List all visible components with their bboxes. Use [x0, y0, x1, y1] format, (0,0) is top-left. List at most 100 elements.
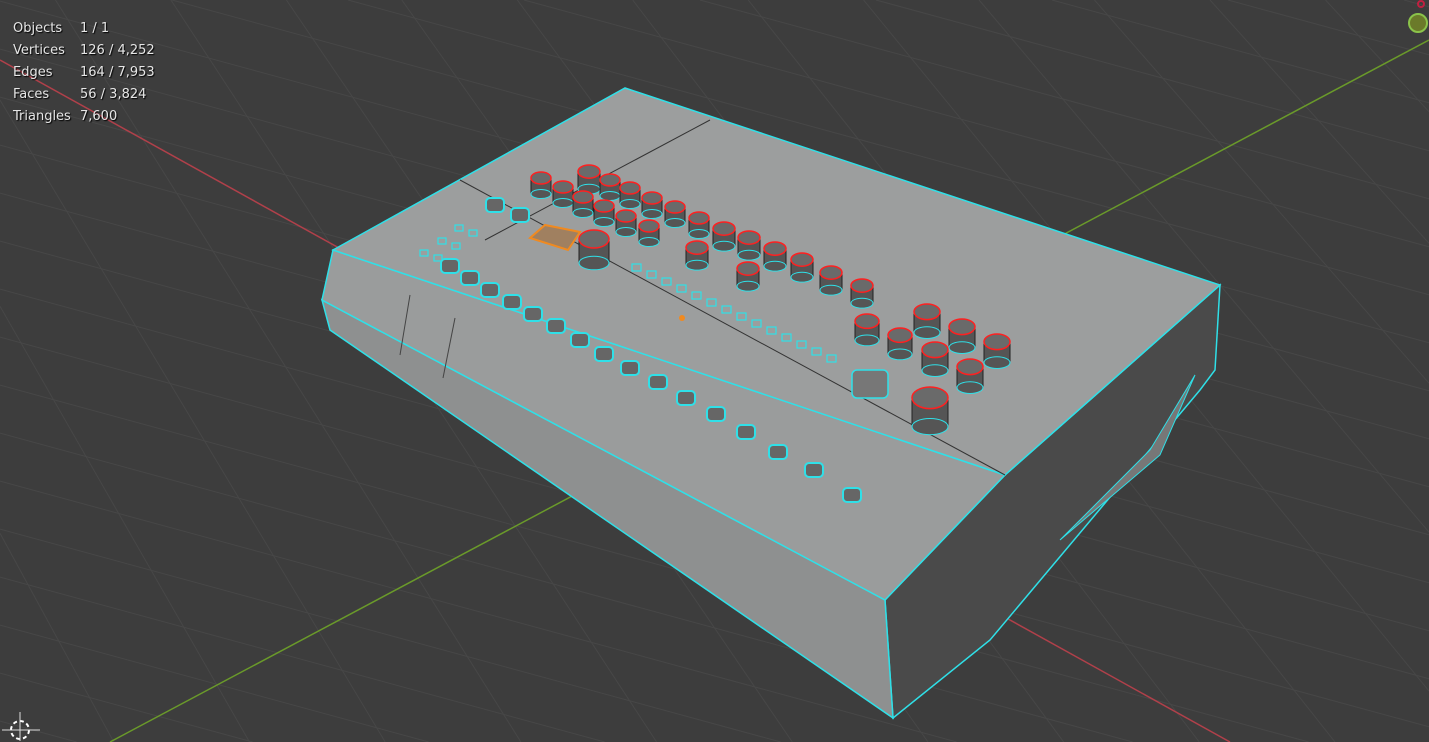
knob-base: [956, 381, 984, 394]
knob-cap: [911, 386, 949, 410]
knob-base: [763, 260, 787, 272]
knob-base: [887, 348, 913, 361]
knob-cap: [619, 181, 641, 195]
knob-base: [578, 255, 610, 271]
stat-objects: Objects 1 / 1: [13, 18, 155, 40]
stat-value: 164 / 7,953: [80, 65, 155, 80]
grid-line: [0, 624, 429, 742]
knob-cap: [641, 191, 663, 205]
stat-label: Edges: [13, 65, 53, 80]
knob-cap: [850, 278, 874, 293]
stat-label: Faces: [13, 87, 50, 102]
grid-line: [1403, 0, 1429, 8]
knob-base: [854, 334, 880, 347]
knob-cap: [593, 199, 615, 213]
3d-viewport[interactable]: [0, 0, 1429, 742]
grid-line: [0, 720, 77, 742]
knob-base: [688, 229, 710, 239]
knob-cap: [887, 327, 913, 344]
pad-button: [510, 207, 530, 223]
knob-cap: [664, 200, 686, 214]
knob-base: [641, 209, 663, 219]
stat-value: 1 / 1: [80, 21, 110, 36]
knob-base: [599, 191, 621, 201]
knob-cap: [688, 211, 710, 225]
active-vertex: [679, 315, 685, 321]
knob-cap: [921, 341, 949, 359]
stat-value: 56 / 3,824: [80, 87, 147, 102]
knob-base: [615, 227, 637, 237]
knob-base: [685, 259, 709, 271]
gizmo-x-axis-icon[interactable]: [1417, 0, 1425, 8]
knob-base: [850, 297, 874, 309]
pad-button: [842, 487, 862, 503]
knob-cap: [615, 209, 637, 223]
stat-vertices: Vertices 126 / 4,252: [13, 40, 155, 62]
grid-line: [0, 576, 605, 742]
pad-button: [648, 374, 668, 390]
knob-base: [593, 217, 615, 227]
knob-cap: [854, 313, 880, 330]
stat-edges: Edges 164 / 7,953: [13, 62, 155, 84]
knob-cap: [913, 303, 941, 321]
knob-base: [911, 418, 949, 436]
knob-cap: [552, 180, 574, 194]
grid-line: [0, 306, 250, 742]
knob-cap: [578, 229, 610, 249]
pad-button: [523, 306, 543, 322]
grid-line: [0, 99, 386, 742]
pad-button: [485, 197, 505, 213]
stat-faces: Faces 56 / 3,824: [13, 84, 155, 106]
pad-button: [546, 318, 566, 334]
pad-button: [594, 346, 614, 362]
knob-base: [790, 271, 814, 283]
knob-cap: [712, 221, 736, 236]
knob-cap: [685, 240, 709, 255]
pad-button: [480, 282, 500, 298]
pad-button: [706, 406, 726, 422]
knob-base: [921, 364, 949, 377]
stat-triangles: Triangles 7,600: [13, 106, 155, 128]
knob-base: [619, 199, 641, 209]
knob-cap: [736, 261, 760, 276]
viewport-statistics: Objects 1 / 1 Vertices 126 / 4,252 Edges 16…: [13, 18, 155, 128]
gizmo-y-axis-icon[interactable]: [1408, 13, 1428, 33]
stat-value: 126 / 4,252: [80, 43, 155, 58]
pad-button: [676, 390, 696, 406]
large-button: [851, 369, 889, 399]
knob-base: [552, 198, 574, 208]
pad-button: [620, 360, 640, 376]
knob-cap: [819, 265, 843, 280]
knob-base: [638, 237, 660, 247]
knob-cap: [577, 164, 601, 179]
grid-line: [1227, 0, 1429, 56]
knob-cap: [983, 333, 1011, 351]
pad-button: [768, 444, 788, 460]
knob-cap: [763, 241, 787, 256]
pad-button: [440, 258, 460, 274]
stat-value: 7,600: [80, 109, 118, 124]
knob-cap: [572, 190, 594, 204]
knob-base: [948, 341, 976, 354]
knob-cap: [948, 318, 976, 336]
grid-line: [1209, 0, 1429, 244]
pad-button: [570, 332, 590, 348]
knob-base: [712, 240, 736, 252]
knob-cap: [530, 171, 552, 185]
knob-cap: [737, 230, 761, 245]
synth-model[interactable]: [320, 87, 1222, 720]
knob-base: [737, 249, 761, 261]
pad-button: [502, 294, 522, 310]
knob-base: [530, 189, 552, 199]
knob-cap: [956, 358, 984, 376]
knob-base: [736, 280, 760, 292]
grid-line: [0, 528, 781, 742]
knob-cap: [790, 252, 814, 267]
knob-base: [913, 326, 941, 339]
knob-base: [572, 208, 594, 218]
stat-label: Vertices: [13, 43, 65, 58]
stat-label: Triangles: [13, 109, 71, 124]
knob-cap: [599, 173, 621, 187]
knob-base: [983, 356, 1011, 369]
knob-base: [664, 218, 686, 228]
